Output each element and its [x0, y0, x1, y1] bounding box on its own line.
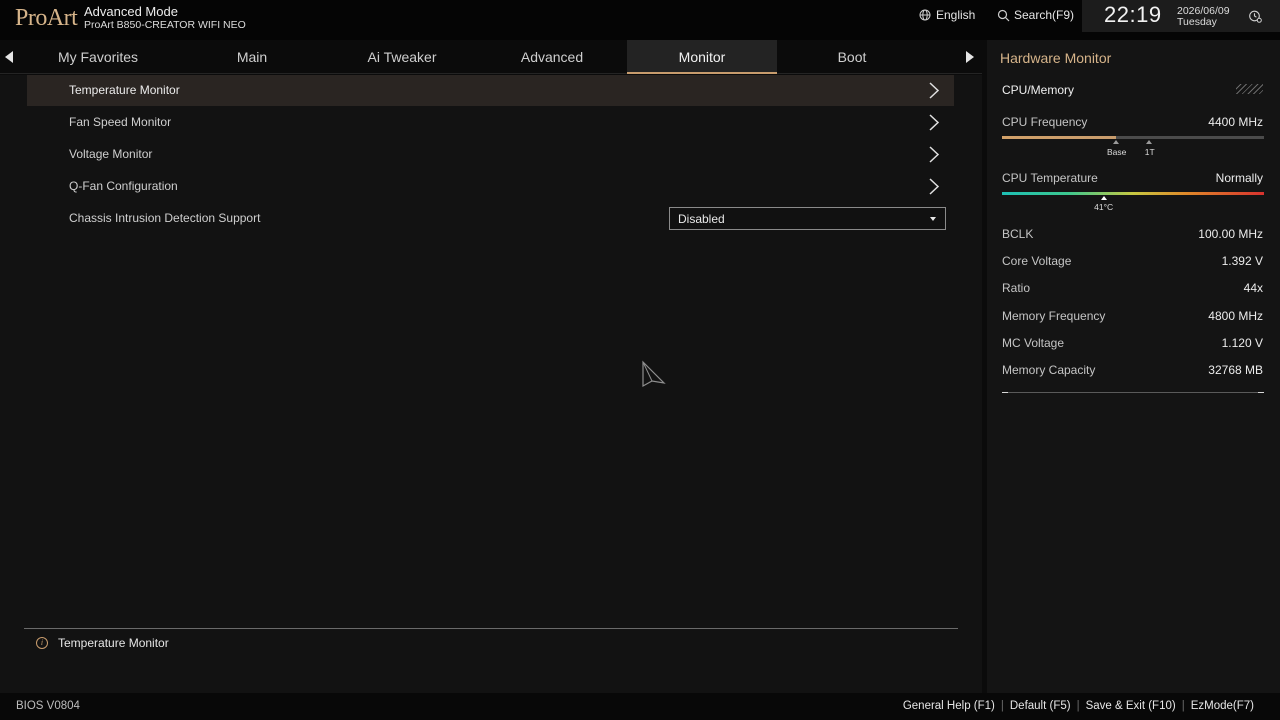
stat-label-memory-capacity: Memory Capacity [1002, 363, 1096, 377]
tab-bar: My Favorites Main Ai Tweaker Advanced Mo… [0, 40, 982, 74]
stat-value-memory-capacity: 32768 MB [1208, 363, 1263, 377]
chassis-intrusion-row: Chassis Intrusion Detection Support Disa… [27, 207, 954, 238]
clock-time: 22:19 [1104, 2, 1162, 27]
globe-icon [919, 9, 931, 21]
save-exit-link[interactable]: Save & Exit (F10) [1080, 700, 1182, 712]
hw-panel-divider [1002, 392, 1264, 393]
chevron-right-icon [929, 178, 940, 195]
cpu-frequency-bar [1002, 136, 1264, 139]
ezmode-link[interactable]: EzMode(F7) [1185, 700, 1260, 712]
stat-value-core-voltage: 1.392 V [1221, 254, 1263, 268]
language-label: English [936, 8, 976, 22]
chevron-right-icon [929, 114, 940, 131]
cpu-frequency-value: 4400 MHz [1208, 115, 1263, 129]
temperature-marker-label: 41°C [1094, 202, 1114, 212]
menu-item-label: Temperature Monitor [69, 83, 180, 97]
footer: BIOS V0804 General Help (F1) | Default (… [0, 693, 1280, 720]
proart-logo: ProArt [15, 5, 78, 31]
stat-label-memory-frequency: Memory Frequency [1002, 309, 1106, 323]
language-button[interactable]: English [919, 8, 975, 22]
clock-panel: 22:19 2026/06/09 Tuesday [1082, 0, 1280, 32]
temperature-marker [1101, 196, 1108, 200]
stat-label-core-voltage: Core Voltage [1002, 254, 1072, 268]
hw-section-cpu-memory: CPU/Memory [1002, 83, 1075, 97]
caret-down-icon [930, 217, 936, 221]
chassis-intrusion-select[interactable]: Disabled [669, 207, 946, 230]
info-icon: i [36, 637, 48, 649]
stat-label-ratio: Ratio [1002, 281, 1031, 295]
clock-day: Tuesday [1177, 16, 1217, 28]
menu-item-label: Fan Speed Monitor [69, 115, 172, 129]
hardware-monitor-title: Hardware Monitor [1000, 50, 1112, 66]
tab-my-favorites[interactable]: My Favorites [23, 40, 173, 74]
menu-item-voltage-monitor[interactable]: Voltage Monitor [27, 139, 954, 170]
mode-title: Advanced Mode [84, 4, 178, 19]
tab-monitor[interactable]: Monitor [627, 40, 777, 74]
menu-item-label: Q-Fan Configuration [69, 179, 178, 193]
tab-scroll-left-icon[interactable] [5, 51, 13, 63]
cpu-temperature-label: CPU Temperature [1002, 171, 1098, 185]
tab-ai-tweaker[interactable]: Ai Tweaker [327, 40, 477, 74]
search-icon [997, 9, 1010, 21]
chevron-right-icon [929, 82, 940, 99]
menu-item-q-fan-configuration[interactable]: Q-Fan Configuration [27, 171, 954, 202]
tab-scroll-right-icon[interactable] [966, 51, 974, 63]
stat-label-mc-voltage: MC Voltage [1002, 336, 1065, 350]
select-value: Disabled [678, 212, 725, 226]
clock-date: 2026/06/09 [1177, 5, 1230, 17]
hardware-monitor-panel: Hardware Monitor CPU/Memory CPU Frequenc… [987, 40, 1280, 693]
board-name: ProArt B850-CREATOR WIFI NEO [84, 19, 246, 31]
one-t-marker [1145, 140, 1152, 144]
one-t-marker-label: 1T [1144, 147, 1155, 157]
general-help-link[interactable]: General Help (F1) [897, 700, 1001, 712]
alarm-clock-icon[interactable] [1248, 9, 1262, 23]
menu-item-temperature-monitor[interactable]: Temperature Monitor [27, 75, 954, 106]
search-button[interactable]: Search(F9) [997, 8, 1074, 22]
cpu-frequency-label: CPU Frequency [1002, 115, 1088, 129]
stat-value-ratio: 44x [1243, 281, 1263, 295]
tab-main[interactable]: Main [177, 40, 327, 74]
bios-version: BIOS V0804 [16, 700, 80, 712]
mouse-cursor-icon [642, 360, 666, 388]
stat-value-memory-frequency: 4800 MHz [1208, 309, 1263, 323]
menu-item-fan-speed-monitor[interactable]: Fan Speed Monitor [27, 107, 954, 138]
stat-value-mc-voltage: 1.120 V [1221, 336, 1263, 350]
tab-advanced[interactable]: Advanced [477, 40, 627, 74]
help-text: Temperature Monitor [58, 636, 169, 650]
tab-boot[interactable]: Boot [777, 40, 927, 74]
cpu-frequency-fill [1002, 136, 1116, 139]
main-panel: Temperature Monitor Fan Speed Monitor Vo… [0, 75, 982, 693]
menu-item-label: Voltage Monitor [69, 147, 153, 161]
chassis-intrusion-label: Chassis Intrusion Detection Support [69, 211, 261, 225]
default-link[interactable]: Default (F5) [1004, 700, 1077, 712]
footer-links: General Help (F1) | Default (F5) | Save … [897, 700, 1260, 712]
search-label: Search(F9) [1014, 8, 1075, 22]
cpu-temperature-value: Normally [1215, 171, 1263, 185]
hatch-decoration [1236, 84, 1263, 94]
header: ProArt Advanced Mode ProArt B850-CREATOR… [0, 0, 1280, 40]
stat-value-bclk: 100.00 MHz [1198, 227, 1263, 241]
stat-label-bclk: BCLK [1002, 227, 1034, 241]
cpu-temperature-bar [1002, 192, 1264, 195]
base-marker [1112, 140, 1119, 144]
help-divider [24, 628, 958, 629]
chevron-right-icon [929, 146, 940, 163]
base-marker-label: Base [1106, 147, 1127, 157]
